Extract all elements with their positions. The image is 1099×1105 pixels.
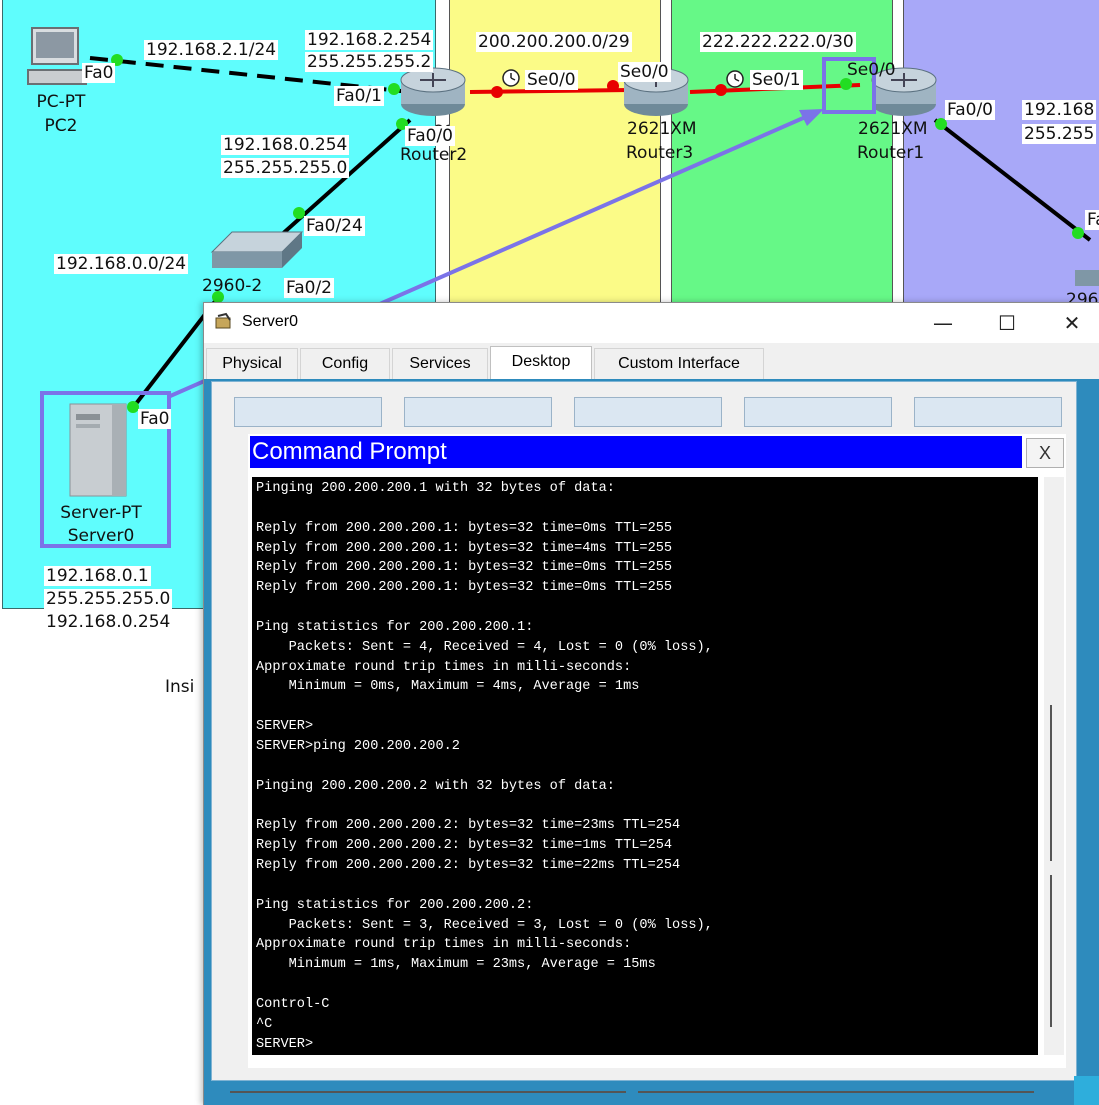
server-icon[interactable] — [69, 403, 127, 497]
server-ip-label: 192.168.0.1 — [44, 566, 151, 586]
command-prompt-panel: Command Prompt X Pinging 200.200.200.1 w… — [248, 434, 1066, 1068]
router1-right-ip-label: 192.168 — [1022, 100, 1097, 120]
pc-type-label: PC-PT — [36, 92, 86, 112]
command-prompt-title-bar: Command Prompt — [250, 436, 1022, 468]
command-prompt-title: Command Prompt — [252, 438, 447, 465]
maximize-button[interactable]: ☐ — [984, 307, 1030, 339]
h-scroll-track — [230, 1091, 626, 1093]
switch-icon[interactable] — [210, 231, 304, 268]
right-partial-if-label: Fa — [1085, 210, 1099, 230]
wan1-network-label: 200.200.200.0/29 — [476, 32, 632, 52]
horizontal-scrollbar[interactable] — [218, 1087, 1078, 1099]
desktop-app-icon[interactable] — [234, 397, 382, 427]
clock-icon — [726, 70, 744, 88]
tab-desktop[interactable]: Desktop — [490, 346, 592, 380]
server-name-label: Server0 — [67, 526, 135, 546]
router1-se00-label: Se0/0 — [847, 60, 896, 80]
router2-se00-label: Se0/0 — [525, 70, 578, 90]
partial-switch-icon — [1075, 270, 1099, 286]
server0-window: Server0 — ☐ ✕ Physical Config Services D… — [203, 302, 1099, 1105]
window-title: Server0 — [242, 313, 299, 330]
router2-name-label: Router2 — [400, 145, 468, 165]
server-gateway-label: 192.168.0.254 — [44, 612, 173, 632]
router2-fa00-ip-label: 192.168.0.254 — [221, 135, 350, 155]
desktop-app-icon[interactable] — [744, 397, 892, 427]
minimize-button[interactable]: — — [920, 307, 966, 339]
terminal-text: Pinging 200.200.200.1 with 32 bytes of d… — [256, 481, 713, 1052]
router1-right-mask-label: 255.255 — [1022, 124, 1097, 144]
tab-bar: Physical Config Services Desktop Custom … — [204, 346, 1099, 380]
router2-fa00-mask-label: 255.255.255.0 — [221, 158, 350, 178]
router2-fa01-label: Fa0/1 — [334, 86, 384, 106]
router2-fa01-ip-label: 192.168.2.254 — [305, 30, 434, 50]
desktop-panel: Command Prompt X Pinging 200.200.200.1 w… — [211, 381, 1077, 1081]
pc-icon[interactable] — [27, 27, 87, 85]
desktop-app-icon[interactable] — [404, 397, 552, 427]
packet-tracer-app-icon — [215, 312, 231, 329]
terminal-output[interactable]: Pinging 200.200.200.1 with 32 bytes of d… — [252, 477, 1038, 1055]
clock-icon — [502, 69, 520, 87]
router3-model-label: 2621XM — [627, 119, 697, 139]
server-fa0-label: Fa0 — [138, 409, 172, 429]
h-scroll-thumb — [638, 1091, 1034, 1093]
pc-link-network-label: 192.168.2.1/24 — [144, 40, 279, 60]
scroll-corner — [1074, 1076, 1099, 1105]
lan-network-label: 192.168.0.0/24 — [54, 254, 189, 274]
router3-name-label: Router3 — [626, 143, 694, 163]
desktop-app-icon[interactable] — [914, 397, 1062, 427]
pc-name-label: PC2 — [44, 116, 78, 136]
router2-fa00-label: Fa0/0 — [405, 126, 455, 146]
command-prompt-close-button[interactable]: X — [1026, 438, 1064, 468]
scrollbar-track — [1050, 705, 1052, 861]
tab-config[interactable]: Config — [300, 348, 390, 379]
router1-name-label: Router1 — [857, 143, 925, 163]
inside-partial-label: Insi — [165, 677, 195, 697]
close-button[interactable]: ✕ — [1049, 307, 1095, 339]
server-mask-label: 255.255.255.0 — [44, 589, 173, 609]
switch-fa02-label: Fa0/2 — [284, 278, 334, 298]
router1-fa00-label: Fa0/0 — [945, 100, 995, 120]
router3-se00-label: Se0/0 — [618, 62, 671, 82]
pc-fa0-label: Fa0 — [82, 63, 116, 83]
terminal-scrollbar[interactable] — [1044, 477, 1064, 1055]
tab-custom-interface[interactable]: Custom Interface — [594, 348, 764, 379]
window-title-bar[interactable]: Server0 — ☐ ✕ — [204, 303, 1099, 343]
desktop-app-icon[interactable] — [574, 397, 722, 427]
switch-name-label: 2960-2 — [202, 276, 263, 296]
router2-icon[interactable] — [400, 67, 466, 116]
tab-services[interactable]: Services — [392, 348, 488, 379]
router3-se01-label: Se0/1 — [750, 70, 803, 90]
router2-fa01-mask-label: 255.255.255.2 — [305, 52, 434, 72]
tab-physical[interactable]: Physical — [206, 348, 298, 379]
router1-model-label: 2621XM — [858, 119, 928, 139]
server-type-label: Server-PT — [60, 503, 142, 523]
wan2-network-label: 222.222.222.0/30 — [700, 32, 856, 52]
switch-fa024-label: Fa0/24 — [304, 216, 365, 236]
scrollbar-thumb[interactable] — [1050, 875, 1052, 1027]
desktop-area: Command Prompt X Pinging 200.200.200.1 w… — [204, 379, 1099, 1105]
